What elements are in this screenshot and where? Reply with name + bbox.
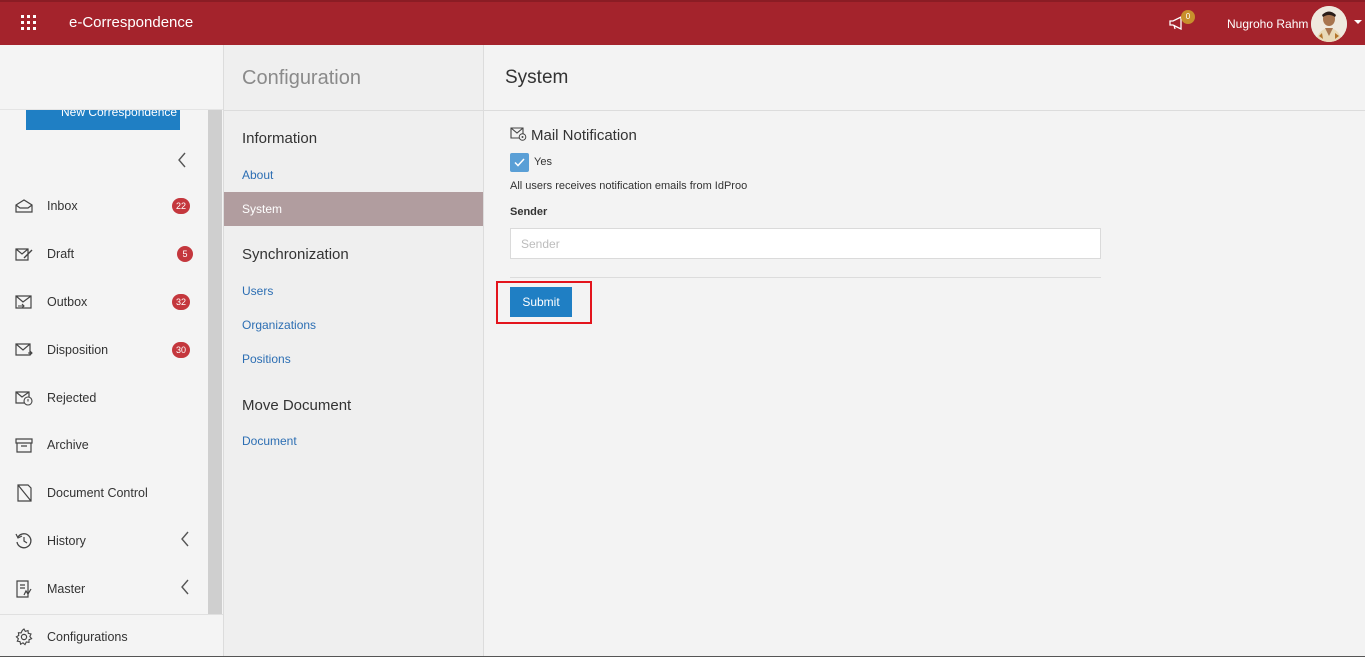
config-link-organizations[interactable]: Organizations [224,308,483,342]
section-title: Mail Notification [531,127,637,144]
checkbox-label: Yes [534,156,552,168]
inbox-icon [15,199,33,213]
config-link-system[interactable]: System [224,192,483,226]
divider [484,110,1365,111]
config-link-document[interactable]: Document [224,424,483,458]
sidebar-scrollbar[interactable] [208,110,222,614]
config-title: Configuration [242,67,361,89]
section-heading-information: Information [242,130,318,147]
divider [510,277,1101,278]
sidebar-footer: Configurations [0,614,223,657]
sidebar-item-archive[interactable]: Archive [0,427,207,463]
count-badge: 30 [172,342,191,358]
archive-icon [15,438,33,453]
sidebar-item-label: History [47,534,86,548]
sender-input[interactable] [510,228,1101,259]
disposition-icon [15,343,33,356]
sidebar-item-disposition[interactable]: Disposition 30 [0,332,207,368]
configuration-panel: Configuration Information About System S… [224,45,484,657]
sidebar-item-label: Archive [47,438,89,452]
page-title: System [505,67,569,88]
checkmark-icon [514,158,525,167]
sidebar-item-rejected[interactable]: Rejected [0,380,207,416]
notification-button[interactable]: 0 [1169,10,1197,36]
count-badge: 32 [172,294,191,310]
sidebar-item-configurations[interactable]: Configurations [0,619,207,655]
sidebar-item-label: Master [47,582,86,596]
top-bar: e-Correspondence 0 Nugroho Rahm [0,0,1365,45]
mail-settings-icon [510,127,527,141]
sidebar-item-label: Rejected [47,391,97,405]
rejected-icon [15,391,33,406]
submit-button[interactable]: Submit [510,287,572,317]
count-badge: 22 [172,198,191,214]
new-correspondence-button[interactable]: New Correspondence [26,110,180,130]
sidebar-item-label: Disposition [47,343,109,357]
notification-badge: 0 [1181,10,1195,24]
sidebar-item-master[interactable]: Master [0,571,207,607]
sidebar-item-document-control[interactable]: Document Control [0,475,207,511]
sidebar-item-outbox[interactable]: Outbox 32 [0,284,207,320]
sidebar-header [0,45,223,110]
mail-notification-checkbox[interactable] [510,153,529,172]
section-heading-move-document: Move Document [242,397,352,414]
collapse-sidebar-icon[interactable] [177,152,187,171]
sidebar-item-inbox[interactable]: Inbox 22 [0,188,207,224]
chevron-left-icon[interactable] [180,579,190,600]
avatar[interactable] [1311,6,1347,42]
grid-apps-icon[interactable] [19,13,39,33]
divider [224,110,483,111]
main-content: System Mail Notification Yes All users r… [484,45,1365,657]
sidebar-item-draft[interactable]: Draft 5 [0,236,207,272]
history-icon [15,533,32,549]
config-link-users[interactable]: Users [224,274,483,308]
config-link-about[interactable]: About [224,158,483,192]
sidebar-item-label: Inbox [47,199,78,213]
sidebar-item-label: Document Control [47,486,148,500]
count-badge: 5 [177,246,193,262]
sidebar-item-history[interactable]: History [0,523,207,559]
sidebar: New Correspondence Inbox 22 Draft 5 Outb… [0,45,224,657]
user-menu-caret-icon[interactable] [1354,20,1362,24]
helper-text: All users receives notification emails f… [510,180,748,192]
sidebar-item-label: Configurations [47,630,128,644]
new-correspondence-label: New Correspondence [61,110,178,119]
chevron-left-icon[interactable] [180,531,190,552]
master-icon [16,580,32,598]
sidebar-item-label: Outbox [47,295,88,309]
draft-icon [15,248,33,261]
config-link-positions[interactable]: Positions [224,342,483,376]
user-name: Nugroho Rahm [1227,17,1309,31]
sidebar-item-label: Draft [47,247,75,261]
section-heading-synchronization: Synchronization [242,246,349,263]
sender-label: Sender [510,206,548,218]
outbox-icon [15,295,32,309]
app-title: e-Correspondence [69,14,194,31]
gear-icon [15,628,33,646]
document-control-icon [17,484,32,502]
